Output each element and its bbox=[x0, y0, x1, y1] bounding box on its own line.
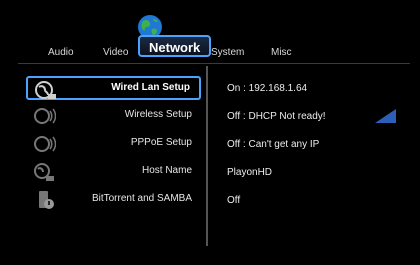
pppoe-icon bbox=[34, 136, 56, 152]
tab-audio[interactable]: Audio bbox=[48, 47, 74, 58]
menu-item-bittorrent-samba[interactable]: BitTorrent and SAMBA bbox=[26, 188, 201, 212]
host-name-icon bbox=[34, 163, 54, 181]
tab-misc[interactable]: Misc bbox=[271, 47, 292, 58]
menu-item-label: PPPoE Setup bbox=[130, 137, 192, 148]
wired-lan-status: On : 192.168.1.64 bbox=[227, 83, 308, 94]
tab-network[interactable]: Network bbox=[138, 35, 212, 57]
wired-lan-icon bbox=[35, 81, 56, 99]
header-divider bbox=[18, 63, 410, 64]
bittorrent-samba-icon bbox=[39, 191, 54, 209]
signal-strength-icon bbox=[375, 109, 396, 123]
menu-item-label: BitTorrent and SAMBA bbox=[91, 193, 192, 204]
wireless-status: Off : DHCP Not ready! bbox=[227, 111, 326, 122]
host-name-value: PlayonHD bbox=[227, 167, 273, 178]
panel-separator bbox=[206, 66, 208, 246]
wireless-icon bbox=[34, 108, 56, 124]
tab-bar: Audio Video Network System Misc bbox=[0, 0, 420, 62]
menu-item-label: Wired Lan Setup bbox=[111, 82, 190, 93]
menu-item-wired-lan-setup[interactable]: Wired Lan Setup bbox=[26, 76, 201, 100]
menu-item-pppoe-setup[interactable]: PPPoE Setup bbox=[26, 132, 201, 156]
tab-system[interactable]: System bbox=[211, 47, 244, 58]
menu-item-label: Wireless Setup bbox=[124, 109, 192, 120]
tab-video[interactable]: Video bbox=[103, 47, 128, 58]
bittorrent-samba-status: Off bbox=[227, 195, 241, 206]
pppoe-status: Off : Can't get any IP bbox=[227, 139, 320, 150]
menu-item-label: Host Name bbox=[141, 165, 192, 176]
menu-item-wireless-setup[interactable]: Wireless Setup bbox=[26, 104, 201, 128]
menu-item-host-name[interactable]: Host Name bbox=[26, 160, 201, 184]
